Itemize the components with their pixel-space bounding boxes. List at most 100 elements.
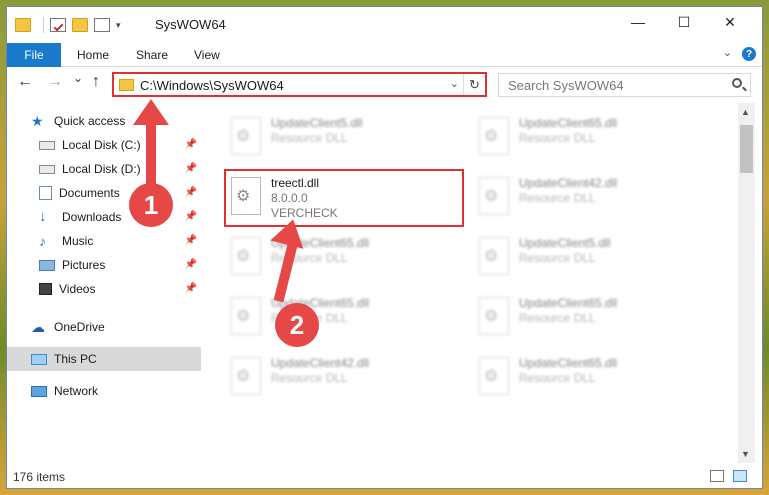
forward-arrow-icon[interactable]: → [47,73,63,91]
properties-icon[interactable] [50,18,66,32]
pin-icon[interactable]: 📌 [185,283,197,294]
sidebar-item-label: Network [54,384,99,398]
file-name: UpdateClient5.dll [271,116,363,130]
file-name: UpdateClient5.dll [519,236,611,250]
pin-icon[interactable]: 📌 [185,187,197,198]
vertical-scrollbar[interactable]: ▲ ▼ [738,103,755,463]
file-item[interactable]: UpdateClient65.dll Resource DLL [227,291,457,343]
search-icon [732,78,742,88]
sidebar-item-label: This PC [54,352,97,366]
callout-arrowhead-1 [133,99,169,125]
close-button[interactable]: ✕ [707,7,753,37]
file-item[interactable]: UpdateClient42.dll Resource DLL [227,351,457,403]
dll-file-icon [231,297,261,335]
refresh-icon[interactable]: ↻ [463,74,485,95]
sidebar-item-label: Videos [59,282,96,296]
file-name: UpdateClient65.dll [519,296,618,310]
scroll-up-arrow-icon[interactable]: ▲ [741,107,750,117]
file-type: Resource DLL [519,191,596,205]
tab-home[interactable]: Home [77,43,109,67]
file-type: Resource DLL [271,131,348,145]
dll-file-icon [231,237,261,275]
dll-file-icon [479,357,509,395]
scroll-down-arrow-icon[interactable]: ▼ [741,449,750,459]
pin-icon[interactable]: 📌 [185,235,197,246]
sidebar-item-label: Music [62,234,94,248]
navigation-pane: ★ Quick access Local Disk (C:) 📌 Local D… [7,103,201,463]
tab-view[interactable]: View [194,43,220,67]
pin-icon[interactable]: 📌 [185,259,197,270]
pin-icon[interactable]: 📌 [185,163,197,174]
window-title: SysWOW64 [155,17,226,32]
sidebar-item-label: Local Disk (D:) [62,162,141,176]
tab-file[interactable]: File [7,43,61,67]
help-icon[interactable]: ? [742,47,756,61]
sidebar-item-network[interactable]: Network [7,379,201,403]
new-folder-icon[interactable] [72,18,88,32]
sidebar-item-label: Documents [59,186,120,200]
file-type: Resource DLL [271,371,348,385]
details-view-icon[interactable] [710,470,724,482]
sidebar-item-label: OneDrive [54,320,105,334]
file-name: UpdateClient65.dll [519,116,618,130]
sidebar-item-label: Pictures [62,258,106,272]
dll-file-icon [231,357,261,395]
file-list: UpdateClient5.dll Resource DLL treectl.d… [209,103,739,463]
sidebar-item-onedrive[interactable]: ☁ OneDrive [7,315,201,339]
minimize-button[interactable]: — [615,7,661,37]
chevron-down-icon[interactable]: ⌄ [723,46,732,59]
file-name: UpdateClient42.dll [519,176,618,190]
file-item[interactable]: UpdateClient65.dll Resource DLL [227,231,457,283]
highlight-box [224,169,464,227]
tab-share[interactable]: Share [136,43,168,67]
cloud-icon: ☁ [31,319,45,335]
address-text[interactable]: C:\Windows\SysWOW64 [140,78,284,93]
dropdown-icon[interactable]: ▾ [116,20,121,31]
pictures-icon [39,259,55,271]
sidebar-item-label: Quick access [54,114,126,128]
file-item[interactable]: UpdateClient42.dll Resource DLL [475,171,705,223]
scrollbar-thumb[interactable] [740,125,753,173]
file-item[interactable]: UpdateClient5.dll Resource DLL [475,231,705,283]
sidebar-item-pictures[interactable]: Pictures 📌 [7,253,201,277]
callout-badge-1: 1 [129,183,173,227]
navigation-bar: ← → ⌄ ↑ C:\Windows\SysWOW64 ⌄ ↻ Search S… [7,69,762,99]
chevron-down-icon[interactable]: ⌄ [450,77,459,90]
sidebar-item-this-pc[interactable]: This PC [7,347,201,371]
network-icon [31,385,47,397]
dll-file-icon [479,117,509,155]
file-type: Resource DLL [519,131,596,145]
back-arrow-icon[interactable]: ← [17,73,33,91]
dll-file-icon [479,297,509,335]
file-type: Resource DLL [519,251,596,265]
file-item[interactable]: UpdateClient65.dll Resource DLL [475,111,705,163]
sidebar-item-local-disk-c[interactable]: Local Disk (C:) 📌 [7,133,201,157]
pin-icon[interactable]: 📌 [185,211,197,222]
item-count: 176 items [13,470,66,484]
dll-file-icon [479,177,509,215]
sidebar-item-music[interactable]: ♪ Music 📌 [7,229,201,253]
recent-locations-icon[interactable]: ⌄ [73,71,83,85]
dll-file-icon [231,117,261,155]
file-item[interactable]: UpdateClient65.dll Resource DLL [475,351,705,403]
large-icons-view-icon[interactable] [733,470,747,482]
sidebar-item-local-disk-d[interactable]: Local Disk (D:) 📌 [7,157,201,181]
file-type: Resource DLL [519,311,596,325]
sidebar-item-quick-access[interactable]: ★ Quick access [7,109,201,133]
search-placeholder: Search SysWOW64 [508,78,624,93]
sidebar-item-videos[interactable]: Videos 📌 [7,277,201,301]
address-bar[interactable]: C:\Windows\SysWOW64 ⌄ ↻ [112,72,487,97]
folder-icon [119,79,134,91]
star-icon: ★ [31,113,44,129]
maximize-button[interactable]: ☐ [661,7,707,37]
sidebar-item-label: Local Disk (C:) [62,138,141,152]
search-input[interactable]: Search SysWOW64 [498,73,751,97]
up-arrow-icon[interactable]: ↑ [92,73,100,91]
status-bar: 176 items [7,465,762,488]
music-icon: ♪ [39,233,46,249]
customize-icon[interactable] [94,18,110,32]
file-item[interactable]: UpdateClient65.dll Resource DLL [475,291,705,343]
pin-icon[interactable]: 📌 [185,139,197,150]
computer-icon [31,353,47,365]
file-item[interactable]: UpdateClient5.dll Resource DLL [227,111,457,163]
